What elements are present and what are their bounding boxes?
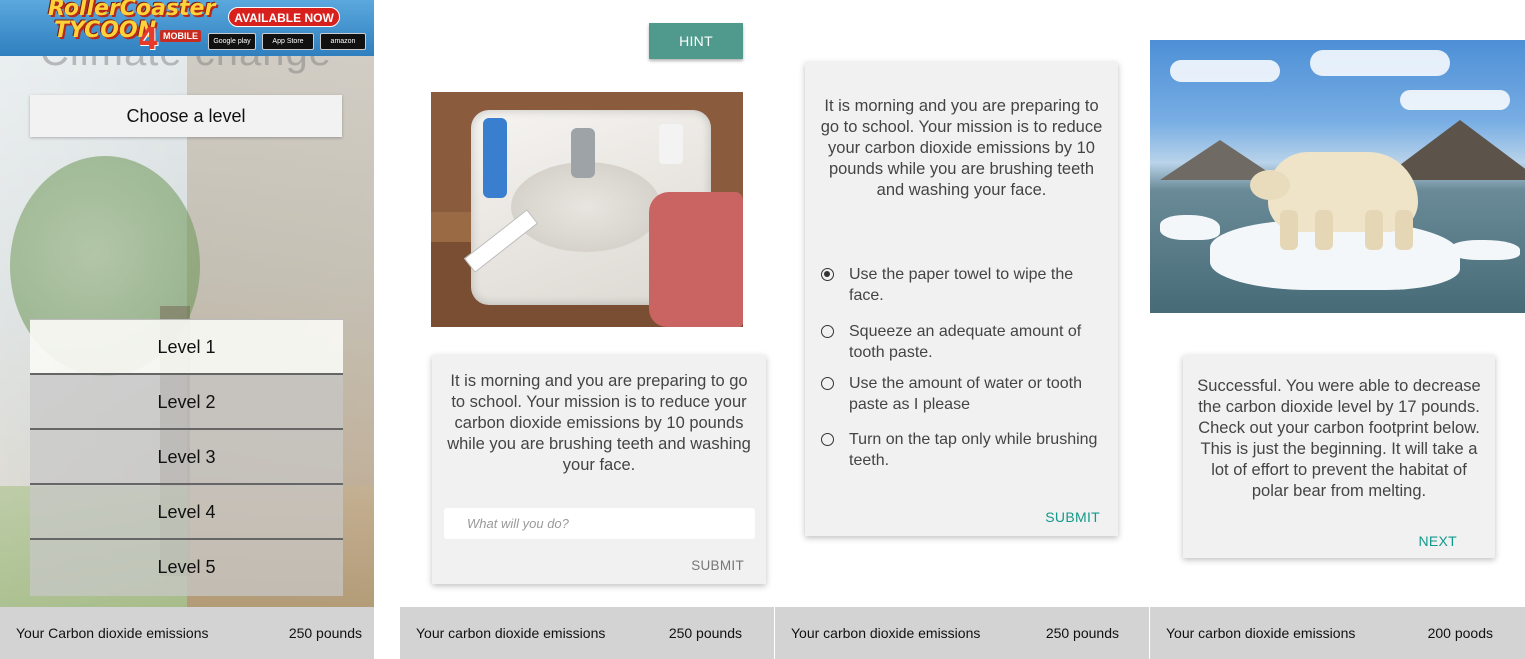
mission-choice-card: It is morning and you are preparing to g…: [805, 62, 1118, 536]
ad-banner[interactable]: RollerCoaster TYCOON 4 MOBILE AVAILABLE …: [0, 0, 374, 57]
option-label: Squeeze an adequate amount of tooth past…: [849, 323, 1082, 361]
emissions-value: 250 pounds: [668, 625, 742, 641]
polar-bear-image: [1150, 40, 1525, 313]
option-label: Use the amount of water or tooth paste a…: [849, 375, 1083, 413]
ad-logo-number: 4: [138, 22, 159, 57]
google-play-badge[interactable]: Google play: [208, 33, 256, 50]
emissions-bar: Your carbon dioxide emissions 200 poods: [1150, 607, 1525, 659]
radio-unselected-icon[interactable]: [821, 325, 834, 338]
option-paper-towel[interactable]: Use the paper towel to wipe the face.: [821, 264, 1111, 306]
emissions-bar: Your carbon dioxide emissions 250 pounds: [400, 607, 774, 659]
mission-text: It is morning and you are preparing to g…: [820, 97, 1103, 199]
next-button[interactable]: NEXT: [1418, 533, 1457, 549]
level-button-5[interactable]: Level 5: [30, 540, 343, 596]
choose-level-header: Choose a level: [30, 95, 342, 137]
submit-button[interactable]: SUBMIT: [1045, 509, 1100, 525]
result-screen: Successful. You were able to decrease th…: [1150, 0, 1525, 659]
level-list: Level 1 Level 2 Level 3 Level 4 Level 5: [30, 319, 343, 596]
option-tap-while-brushing[interactable]: Turn on the tap only while brushing teet…: [821, 429, 1111, 471]
level-button-1[interactable]: Level 1: [30, 319, 343, 375]
emissions-label: Your carbon dioxide emissions: [416, 625, 606, 641]
option-label: Turn on the tap only while brushing teet…: [849, 431, 1098, 469]
radio-selected-icon[interactable]: [821, 268, 834, 281]
hint-button[interactable]: HINT: [649, 23, 743, 59]
amazon-badge[interactable]: amazon: [320, 33, 366, 50]
option-as-i-please[interactable]: Use the amount of water or tooth paste a…: [821, 373, 1111, 415]
mission-choice-screen: It is morning and you are preparing to g…: [775, 0, 1149, 659]
mission-text: It is morning and you are preparing to g…: [447, 372, 751, 474]
emissions-value: 250 pounds: [288, 625, 362, 641]
emissions-bar: Your Carbon dioxide emissions 250 pounds: [0, 607, 374, 659]
radio-unselected-icon[interactable]: [821, 433, 834, 446]
option-tooth-paste[interactable]: Squeeze an adequate amount of tooth past…: [821, 321, 1111, 363]
option-label: Use the paper towel to wipe the face.: [849, 266, 1074, 304]
emissions-value: 250 pounds: [1045, 625, 1119, 641]
level-button-4[interactable]: Level 4: [30, 485, 343, 540]
level-select-screen: Climate change RollerCoaster TYCOON 4 MO…: [0, 0, 374, 659]
level-button-3[interactable]: Level 3: [30, 430, 343, 485]
submit-button[interactable]: SUBMIT: [691, 558, 744, 573]
emissions-value: 200 poods: [1427, 625, 1493, 641]
result-card: Successful. You were able to decrease th…: [1183, 355, 1495, 558]
result-text: Successful. You were able to decrease th…: [1197, 377, 1481, 500]
app-store-badge[interactable]: App Store: [262, 33, 314, 50]
mission-input-screen: HINT It is morning and you are preparing…: [400, 0, 774, 659]
mission-card: It is morning and you are preparing to g…: [432, 355, 766, 584]
emissions-label: Your carbon dioxide emissions: [1166, 625, 1356, 641]
bathroom-sink-image: [431, 92, 743, 327]
ad-mobile-tag: MOBILE: [160, 30, 201, 42]
radio-unselected-icon[interactable]: [821, 377, 834, 390]
emissions-label: Your carbon dioxide emissions: [791, 625, 981, 641]
action-input[interactable]: What will you do?: [444, 508, 755, 539]
ad-available-now: AVAILABLE NOW: [228, 7, 340, 27]
emissions-label: Your Carbon dioxide emissions: [16, 625, 209, 641]
level-button-2[interactable]: Level 2: [30, 375, 343, 430]
emissions-bar: Your carbon dioxide emissions 250 pounds: [775, 607, 1149, 659]
